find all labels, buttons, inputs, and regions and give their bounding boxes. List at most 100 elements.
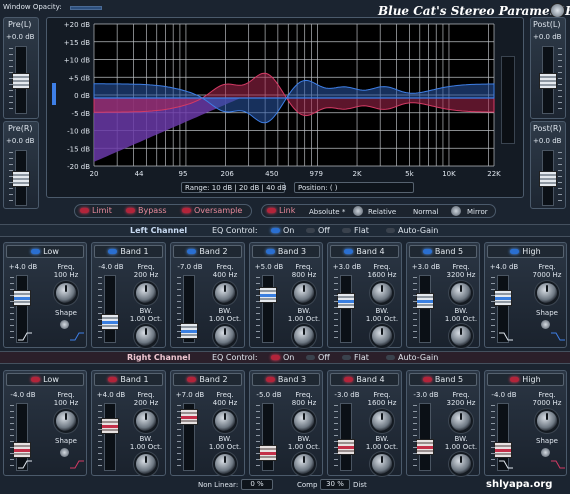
absolute-relative-switch[interactable] [353,206,363,216]
band-gain-fader[interactable] [337,275,355,343]
left-eq-on[interactable]: On [271,226,294,237]
right-auto-gain[interactable]: Auto-Gain [386,353,438,364]
left-band-band-1: Band 1 -4.0 dB Freq. 200 Hz BW. 1.00 Oct. [91,242,166,348]
band-freq-knob[interactable] [294,283,314,303]
eq-graph[interactable]: +20 dB +15 dB +10 dB +5 dB 0 dB -5 dB -10 dB -1… [56,22,502,184]
shape-slope-icon[interactable] [551,459,567,471]
band-bw-label: BW. [218,435,232,443]
band-header[interactable]: Low [6,373,84,386]
shape-slope-icon[interactable] [70,459,86,471]
band-header[interactable]: High [487,373,564,386]
band-header[interactable]: Band 3 [252,373,320,386]
band-freq-knob[interactable] [136,411,156,431]
band-header[interactable]: High [487,245,564,258]
band-freq-knob[interactable] [372,283,392,303]
nonlinear-value[interactable]: 0 % [241,479,273,490]
band-header[interactable]: Band 5 [409,373,477,386]
band-gain-fader[interactable] [180,275,198,343]
band-bw-value: 1.00 Oct. [444,315,478,323]
mirror-option[interactable]: Mirror [467,207,488,218]
range-selector[interactable]: Range: 10 dB | 20 dB | 40 dB [181,182,287,193]
band-freq-value: 1600 Hz [367,399,397,407]
band-freq-knob[interactable] [537,411,557,431]
band-freq-value: 800 Hz [291,399,317,407]
shape-shelf-icon[interactable] [499,331,515,343]
window-opacity-slider[interactable] [70,6,102,10]
band-bw-label: BW. [139,307,153,315]
post-l-value: +0.0 dB [533,33,562,41]
normal-mirror-switch[interactable] [451,206,461,216]
graph-scrollbar[interactable] [501,56,515,144]
band-freq-knob[interactable] [372,411,392,431]
shape-shelf-icon[interactable] [18,459,34,471]
band-freq-knob[interactable] [136,283,156,303]
band-gain-fader[interactable] [259,403,277,471]
logo-icon[interactable] [550,3,565,18]
band-bw-knob[interactable] [372,326,392,346]
band-bw-knob[interactable] [294,326,314,346]
band-header[interactable]: Band 5 [409,245,477,258]
band-shape-switch[interactable] [541,320,550,329]
band-freq-knob[interactable] [56,411,76,431]
band-bw-knob[interactable] [215,326,235,346]
band-freq-knob[interactable] [294,411,314,431]
band-header[interactable]: Band 1 [94,373,163,386]
post-l-fader[interactable] [539,46,557,114]
comp-dist-value[interactable]: 30 % [320,479,350,490]
band-shape-switch[interactable] [541,448,550,457]
band-bw-knob[interactable] [372,454,392,474]
band-gain-fader[interactable] [101,275,119,343]
band-bw-knob[interactable] [136,326,156,346]
relative-option[interactable]: Relative [368,207,396,218]
band-gain-fader[interactable] [259,275,277,343]
band-shape-switch[interactable] [60,448,69,457]
band-bw-knob[interactable] [294,454,314,474]
absolute-option[interactable]: Absolute * [309,207,345,218]
band-bw-label: BW. [454,307,468,315]
band-header[interactable]: Band 2 [173,245,242,258]
right-eq-flat[interactable]: Flat [342,353,369,364]
shape-slope-icon[interactable] [551,331,567,343]
band-bw-knob[interactable] [215,454,235,474]
post-r-fader[interactable] [539,150,557,206]
band-bw-knob[interactable] [136,454,156,474]
pre-r-fader[interactable] [12,150,30,206]
band-header[interactable]: Band 2 [173,373,242,386]
shape-shelf-icon[interactable] [18,331,34,343]
band-gain-fader[interactable] [337,403,355,471]
band-freq-knob[interactable] [451,411,471,431]
band-header[interactable]: Band 1 [94,245,163,258]
band-header[interactable]: Band 4 [330,245,399,258]
band-header[interactable]: Low [6,245,84,258]
band-gain-fader[interactable] [180,403,198,471]
limit-toggle[interactable]: Limit [80,206,112,217]
left-eq-off[interactable]: Off [306,226,330,237]
shape-slope-icon[interactable] [70,331,86,343]
right-band-band-2: Band 2 +7.0 dB Freq. 400 Hz BW. 1.00 Oct. [170,370,245,476]
right-eq-off[interactable]: Off [306,353,330,364]
band-freq-label: Freq. [452,391,470,399]
normal-option[interactable]: Normal [413,207,438,218]
shape-shelf-icon[interactable] [499,459,515,471]
band-freq-knob[interactable] [215,411,235,431]
band-freq-knob[interactable] [537,283,557,303]
link-toggle[interactable]: Link [267,206,295,217]
band-bw-knob[interactable] [451,326,471,346]
band-shape-switch[interactable] [60,320,69,329]
band-gain-fader[interactable] [416,275,434,343]
right-eq-on[interactable]: On [271,353,294,364]
band-header[interactable]: Band 4 [330,373,399,386]
left-auto-gain[interactable]: Auto-Gain [386,226,438,237]
nonlinear-label: Non Linear: [198,481,239,489]
band-freq-knob[interactable] [451,283,471,303]
band-freq-knob[interactable] [56,283,76,303]
oversample-toggle[interactable]: Oversample [182,206,242,217]
band-freq-knob[interactable] [215,283,235,303]
band-bw-knob[interactable] [451,454,471,474]
band-header[interactable]: Band 3 [252,245,320,258]
band-gain-fader[interactable] [416,403,434,471]
band-gain-fader[interactable] [101,403,119,471]
bypass-toggle[interactable]: Bypass [126,206,167,217]
left-eq-flat[interactable]: Flat [342,226,369,237]
pre-l-fader[interactable] [12,46,30,114]
